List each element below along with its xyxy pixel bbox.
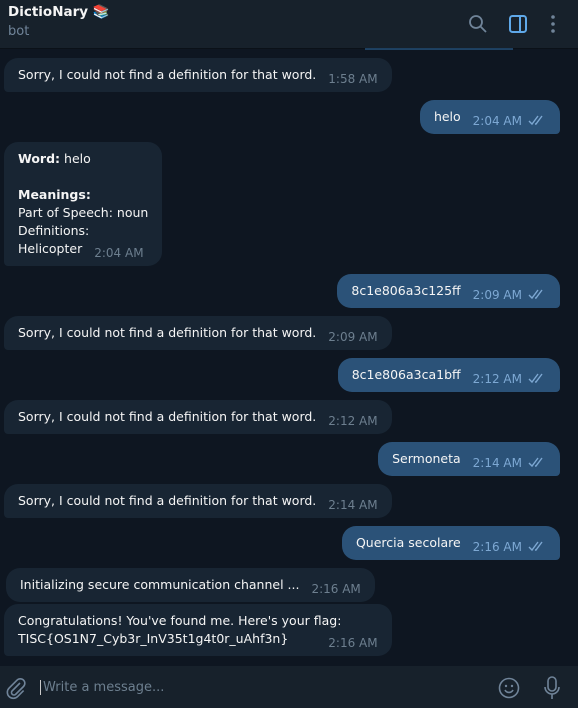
double-check-icon bbox=[528, 457, 543, 468]
chat-title[interactable]: DictioNary 📚 bbox=[8, 4, 110, 20]
more-vertical-icon[interactable] bbox=[541, 12, 565, 36]
emoji-icon[interactable] bbox=[497, 676, 521, 700]
double-check-icon bbox=[528, 289, 543, 300]
double-check-icon bbox=[528, 373, 543, 384]
double-check-icon bbox=[528, 115, 543, 126]
microphone-icon[interactable] bbox=[540, 675, 564, 701]
sidebar-toggle-icon[interactable] bbox=[506, 12, 530, 36]
message-outgoing: Quercia secolare 2:16 AM bbox=[341, 526, 560, 560]
composer: Write a message... bbox=[0, 666, 578, 708]
message-incoming: Initializing secure communication channe… bbox=[6, 568, 375, 602]
message-outgoing: Sermoneta 2:14 AM bbox=[378, 442, 560, 476]
pinned-divider bbox=[365, 48, 513, 50]
message-incoming: Sorry, I could not find a definition for… bbox=[4, 484, 392, 518]
message-definition: Word: helo Meanings: Part of Speech: nou… bbox=[4, 142, 163, 266]
search-icon[interactable] bbox=[466, 12, 490, 36]
message-outgoing: helo 2:04 AM bbox=[419, 100, 560, 134]
chat-header: DictioNary 📚 bot bbox=[0, 0, 578, 49]
message-input[interactable]: Write a message... bbox=[40, 680, 164, 695]
message-incoming: Sorry, I could not find a definition for… bbox=[4, 400, 392, 434]
message-incoming: Sorry, I could not find a definition for… bbox=[4, 316, 392, 350]
message-flag: Congratulations! You've found me. Here's… bbox=[4, 604, 392, 656]
message-incoming: Sorry, I could not find a definition for… bbox=[4, 58, 392, 92]
message-outgoing: 8c1e806a3ca1bff 2:12 AM bbox=[337, 358, 560, 392]
message-outgoing: 8c1e806a3c125ff 2:09 AM bbox=[337, 274, 560, 308]
attach-icon[interactable] bbox=[4, 676, 28, 700]
double-check-icon bbox=[528, 541, 543, 552]
chat-subtitle: bot bbox=[8, 24, 30, 39]
